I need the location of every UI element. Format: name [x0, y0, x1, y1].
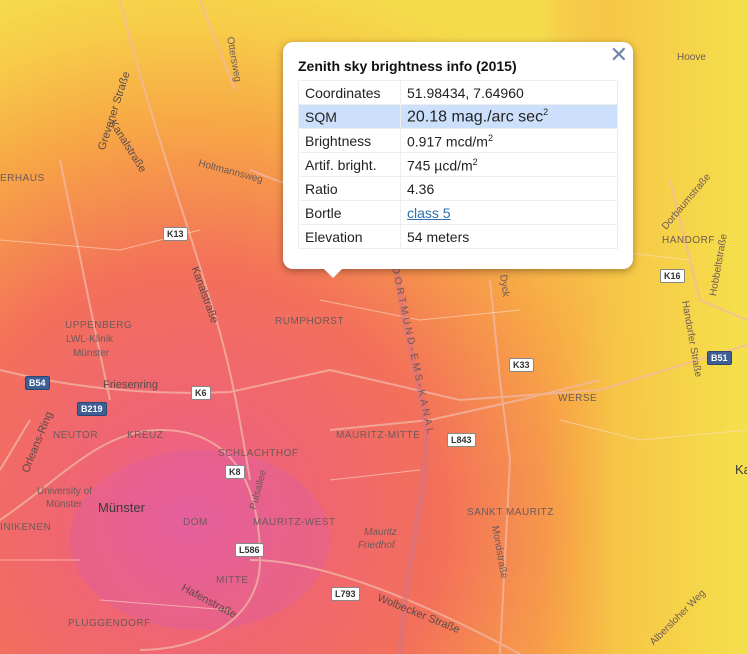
road-shield-k13: K13 — [163, 227, 188, 241]
map-label-schlachthof: SCHLACHTHOF — [218, 448, 299, 459]
artificial-brightness-value: 745 — [407, 157, 431, 174]
info-row-elevation: Elevation 54 meters — [298, 224, 618, 250]
sky-info-table: Coordinates 51.98434, 7.64960 SQM 20.18 … — [298, 80, 618, 250]
info-value: 745 µcd/m2 — [400, 152, 618, 178]
info-key: Bortle — [298, 200, 401, 226]
brightness-unit: mcd/m — [442, 133, 488, 150]
info-value: 4.36 — [400, 176, 618, 202]
road-shield-k8: K8 — [225, 465, 245, 479]
map-label-muenster: Münster — [98, 500, 145, 515]
sky-brightness-popup: ✕ Zenith sky brightness info (2015) Coor… — [283, 42, 633, 278]
ratio-value: 4.36 — [407, 180, 435, 197]
elevation-value: 54 meters — [407, 228, 470, 245]
map-label-uppenberg: UPPENBERG — [65, 320, 133, 331]
info-key: SQM — [298, 103, 401, 130]
artificial-brightness-unit-sup: 2 — [472, 156, 478, 167]
coordinates-value: 51.98434, 7.64960 — [407, 84, 524, 101]
info-row-coordinates: Coordinates 51.98434, 7.64960 — [298, 80, 618, 105]
info-row-sqm: SQM 20.18 mag./arc sec2 — [298, 103, 618, 130]
info-value: 0.917 mcd/m2 — [400, 128, 618, 154]
info-key: Artif. bright. — [298, 152, 401, 178]
map-label-pluggendorf: PLUGGENDORF — [68, 618, 151, 629]
sqm-unit-sup: 2 — [543, 107, 549, 117]
road-shield-k33: K33 — [509, 358, 534, 372]
map-label-werse: WERSE — [558, 393, 598, 404]
map-label-hoove: Hoove — [677, 52, 706, 63]
map-label-uhlerhaus: ERHAUS — [0, 173, 45, 184]
map-label-lwl-klinik: LWL-Klinik — [66, 334, 114, 345]
info-row-artificial-brightness: Artif. bright. 745 µcd/m2 — [298, 152, 618, 178]
info-value: class 5 — [400, 200, 618, 226]
road-shield-b54: B54 — [25, 376, 50, 390]
map-label-neutor: NEUTOR — [53, 430, 99, 441]
road-shield-l586: L586 — [235, 543, 264, 557]
sqm-unit: mag./arc sec — [447, 108, 544, 126]
info-value: 20.18 mag./arc sec2 — [400, 103, 618, 130]
map-label-dom: DOM — [183, 517, 208, 528]
road-shield-k16: K16 — [660, 269, 685, 283]
road-shield-l843: L843 — [447, 433, 476, 447]
close-icon[interactable]: ✕ — [610, 44, 628, 66]
info-row-brightness: Brightness 0.917 mcd/m2 — [298, 128, 618, 154]
map-label-friesenring: Friesenring — [103, 379, 159, 391]
map-label-mauritz-mitte: MAURITZ-MITTE — [336, 430, 421, 441]
popup-pointer — [323, 268, 343, 278]
map-label-mauritz-friedhof: Mauritz — [364, 527, 397, 538]
info-row-ratio: Ratio 4.36 — [298, 176, 618, 202]
info-key: Elevation — [298, 224, 401, 250]
sqm-value: 20.18 — [407, 108, 448, 126]
map-label-mitte: MITTE — [216, 575, 249, 586]
info-key: Brightness — [298, 128, 401, 154]
road-shield-b219: B219 — [77, 402, 107, 416]
artificial-brightness-unit: µcd/m — [430, 157, 473, 174]
bortle-class-link[interactable]: class 5 — [407, 205, 451, 221]
map-label-kreuz: KREUZ — [127, 430, 164, 441]
road-shield-k6: K6 — [191, 386, 211, 400]
map-label-sankt-mauritz: SANKT MAURITZ — [467, 507, 554, 518]
map-label-ka: Ka — [735, 462, 747, 477]
brightness-unit-sup: 2 — [487, 132, 493, 143]
info-value: 54 meters — [400, 224, 618, 250]
info-key: Ratio — [298, 176, 401, 202]
popup-title: Zenith sky brightness info (2015) — [298, 58, 517, 74]
info-row-bortle: Bortle class 5 — [298, 200, 618, 226]
map-label-university: University of — [37, 486, 93, 497]
map-label-handorf: HANDORF — [662, 235, 715, 246]
road-shield-l793: L793 — [331, 587, 360, 601]
road-shield-b51: B51 — [707, 351, 732, 365]
map-label-mauritz-friedhof-2: Friedhof — [358, 540, 395, 551]
map-label-university-muenster: Münster — [46, 499, 83, 510]
map-label-kliniken: inikenen — [0, 522, 52, 533]
brightness-value: 0.917 — [407, 133, 443, 150]
map-label-lwl-muenster: Münster — [73, 348, 110, 359]
info-key: Coordinates — [298, 80, 401, 105]
map-label-mauritz-west: MAURITZ-WEST — [253, 517, 336, 528]
map-label-rumphorst: RUMPHORST — [275, 316, 344, 327]
info-value: 51.98434, 7.64960 — [400, 80, 618, 105]
